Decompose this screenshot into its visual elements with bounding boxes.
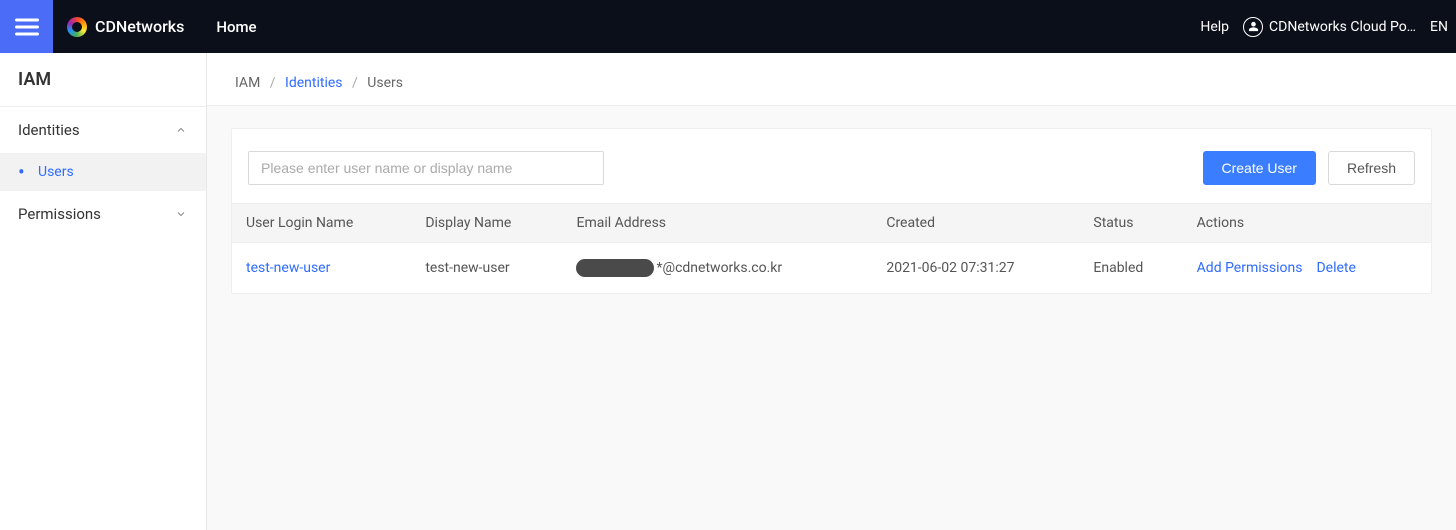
chevron-down-icon <box>174 207 188 221</box>
menu-header-permissions[interactable]: Permissions <box>0 191 206 237</box>
th-display: Display Name <box>411 204 562 243</box>
account-menu[interactable]: CDNetworks Cloud Po… <box>1243 17 1416 37</box>
topbar-right: Help CDNetworks Cloud Po… EN <box>1200 0 1456 53</box>
cell-display: test-new-user <box>411 243 562 294</box>
breadcrumb-root[interactable]: IAM <box>235 75 260 91</box>
sidebar-item-users-label: Users <box>38 164 74 180</box>
email-redacted <box>576 259 654 277</box>
brand-text: CDNetworks <box>95 17 184 36</box>
cell-status: Enabled <box>1079 243 1182 294</box>
help-link[interactable]: Help <box>1200 19 1229 35</box>
layout: IAM Identities Users Permissions <box>0 53 1456 530</box>
email-suffix: *@cdnetworks.co.kr <box>656 260 782 276</box>
account-label: CDNetworks Cloud Po… <box>1269 19 1416 35</box>
th-actions: Actions <box>1183 204 1431 243</box>
users-card: Create User Refresh User Login Name Disp… <box>231 128 1432 294</box>
chevron-up-icon <box>174 123 188 137</box>
nav-home[interactable]: Home <box>198 18 274 36</box>
menu-icon <box>13 13 41 41</box>
breadcrumb: IAM / Identities / Users <box>207 53 1456 106</box>
sidebar-title: IAM <box>0 53 206 107</box>
th-login: User Login Name <box>232 204 411 243</box>
create-user-button[interactable]: Create User <box>1203 151 1316 185</box>
refresh-button[interactable]: Refresh <box>1328 151 1415 185</box>
sidebar: IAM Identities Users Permissions <box>0 53 207 530</box>
th-status: Status <box>1079 204 1182 243</box>
delete-link[interactable]: Delete <box>1316 260 1355 276</box>
menu-header-identities[interactable]: Identities <box>0 107 206 153</box>
th-created: Created <box>872 204 1079 243</box>
breadcrumb-sep: / <box>264 75 282 91</box>
menu-label-identities: Identities <box>18 121 80 139</box>
table-body: test-new-user test-new-user *@cdnetworks… <box>232 243 1431 294</box>
cell-email: *@cdnetworks.co.kr <box>562 243 872 294</box>
topbar: CDNetworks Home Help CDNetworks Cloud Po… <box>0 0 1456 53</box>
table-row: test-new-user test-new-user *@cdnetworks… <box>232 243 1431 294</box>
brand-logo-icon <box>67 17 87 37</box>
menu-group-permissions: Permissions <box>0 191 206 237</box>
breadcrumb-sep: / <box>346 75 364 91</box>
breadcrumb-identities[interactable]: Identities <box>285 75 342 91</box>
cell-created: 2021-06-02 07:31:27 <box>872 243 1079 294</box>
user-icon <box>1243 17 1263 37</box>
submenu-identities: Users <box>0 153 206 191</box>
table-head: User Login Name Display Name Email Addre… <box>232 204 1431 243</box>
brand[interactable]: CDNetworks <box>53 17 198 37</box>
cell-actions: Add Permissions Delete <box>1183 243 1431 294</box>
language-switch[interactable]: EN <box>1430 19 1448 35</box>
toolbar: Create User Refresh <box>232 129 1431 203</box>
add-permissions-link[interactable]: Add Permissions <box>1197 260 1303 276</box>
user-login-link[interactable]: test-new-user <box>246 260 330 276</box>
hamburger-menu[interactable] <box>0 0 53 53</box>
breadcrumb-users: Users <box>367 75 403 91</box>
th-email: Email Address <box>562 204 872 243</box>
search-input[interactable] <box>248 151 604 185</box>
sidebar-item-users[interactable]: Users <box>0 153 206 191</box>
menu-label-permissions: Permissions <box>18 205 101 223</box>
menu-group-identities: Identities Users <box>0 107 206 191</box>
main-content: IAM / Identities / Users Create User Ref… <box>207 53 1456 530</box>
users-table: User Login Name Display Name Email Addre… <box>232 203 1431 293</box>
